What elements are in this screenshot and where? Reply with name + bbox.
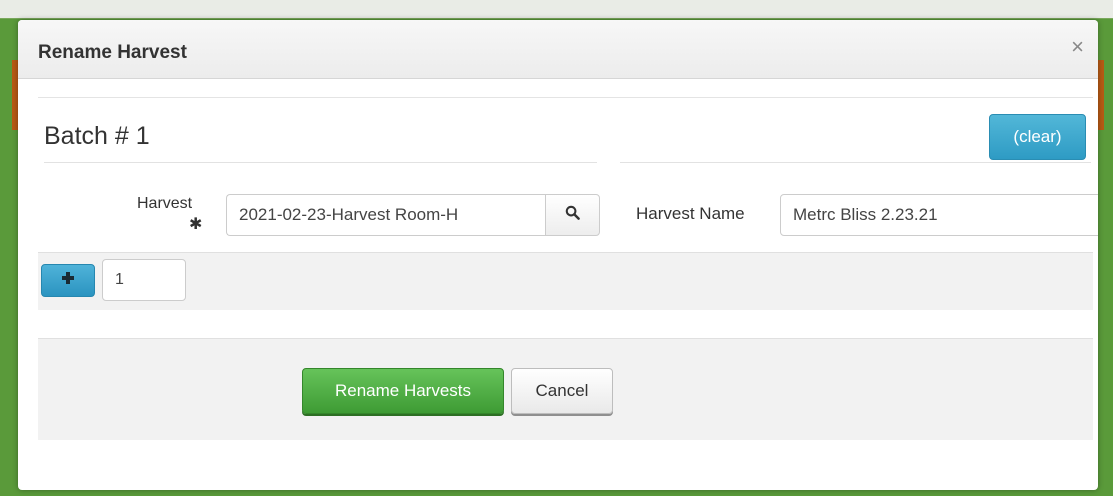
batch-title: Batch # 1 [44, 122, 150, 150]
harvest-input[interactable] [226, 194, 545, 236]
plus-icon [61, 271, 75, 290]
rename-harvests-button[interactable]: Rename Harvests [302, 368, 504, 414]
add-row-button[interactable] [41, 264, 95, 297]
rename-harvest-dialog: Rename Harvest × Batch # 1 (clear) Harve… [18, 20, 1098, 490]
cancel-button[interactable]: Cancel [511, 368, 613, 414]
harvest-name-input[interactable] [780, 194, 1098, 236]
page-background: Rename Harvest × Batch # 1 (clear) Harve… [0, 0, 1113, 496]
harvest-search-button[interactable] [545, 194, 600, 236]
clear-button[interactable]: (clear) [989, 114, 1086, 160]
dialog-title: Rename Harvest [38, 42, 187, 63]
divider [620, 162, 1091, 163]
divider [44, 162, 597, 163]
required-asterisk-icon: ✱ [189, 216, 203, 233]
harvest-name-label: Harvest Name [636, 204, 745, 223]
harvest-label: Harvest [137, 195, 193, 212]
dialog-header: Rename Harvest × [18, 20, 1098, 79]
row-count-input[interactable] [102, 259, 186, 301]
add-row-bar [38, 252, 1093, 310]
dialog-footer: Rename Harvests Cancel [38, 338, 1093, 440]
search-icon [565, 205, 580, 225]
close-icon[interactable]: × [1071, 36, 1084, 58]
background-accent [1098, 60, 1104, 130]
batch-panel: Batch # 1 (clear) Harvest ✱ Harvest Name [38, 97, 1098, 310]
background-toolbar [0, 0, 1113, 19]
